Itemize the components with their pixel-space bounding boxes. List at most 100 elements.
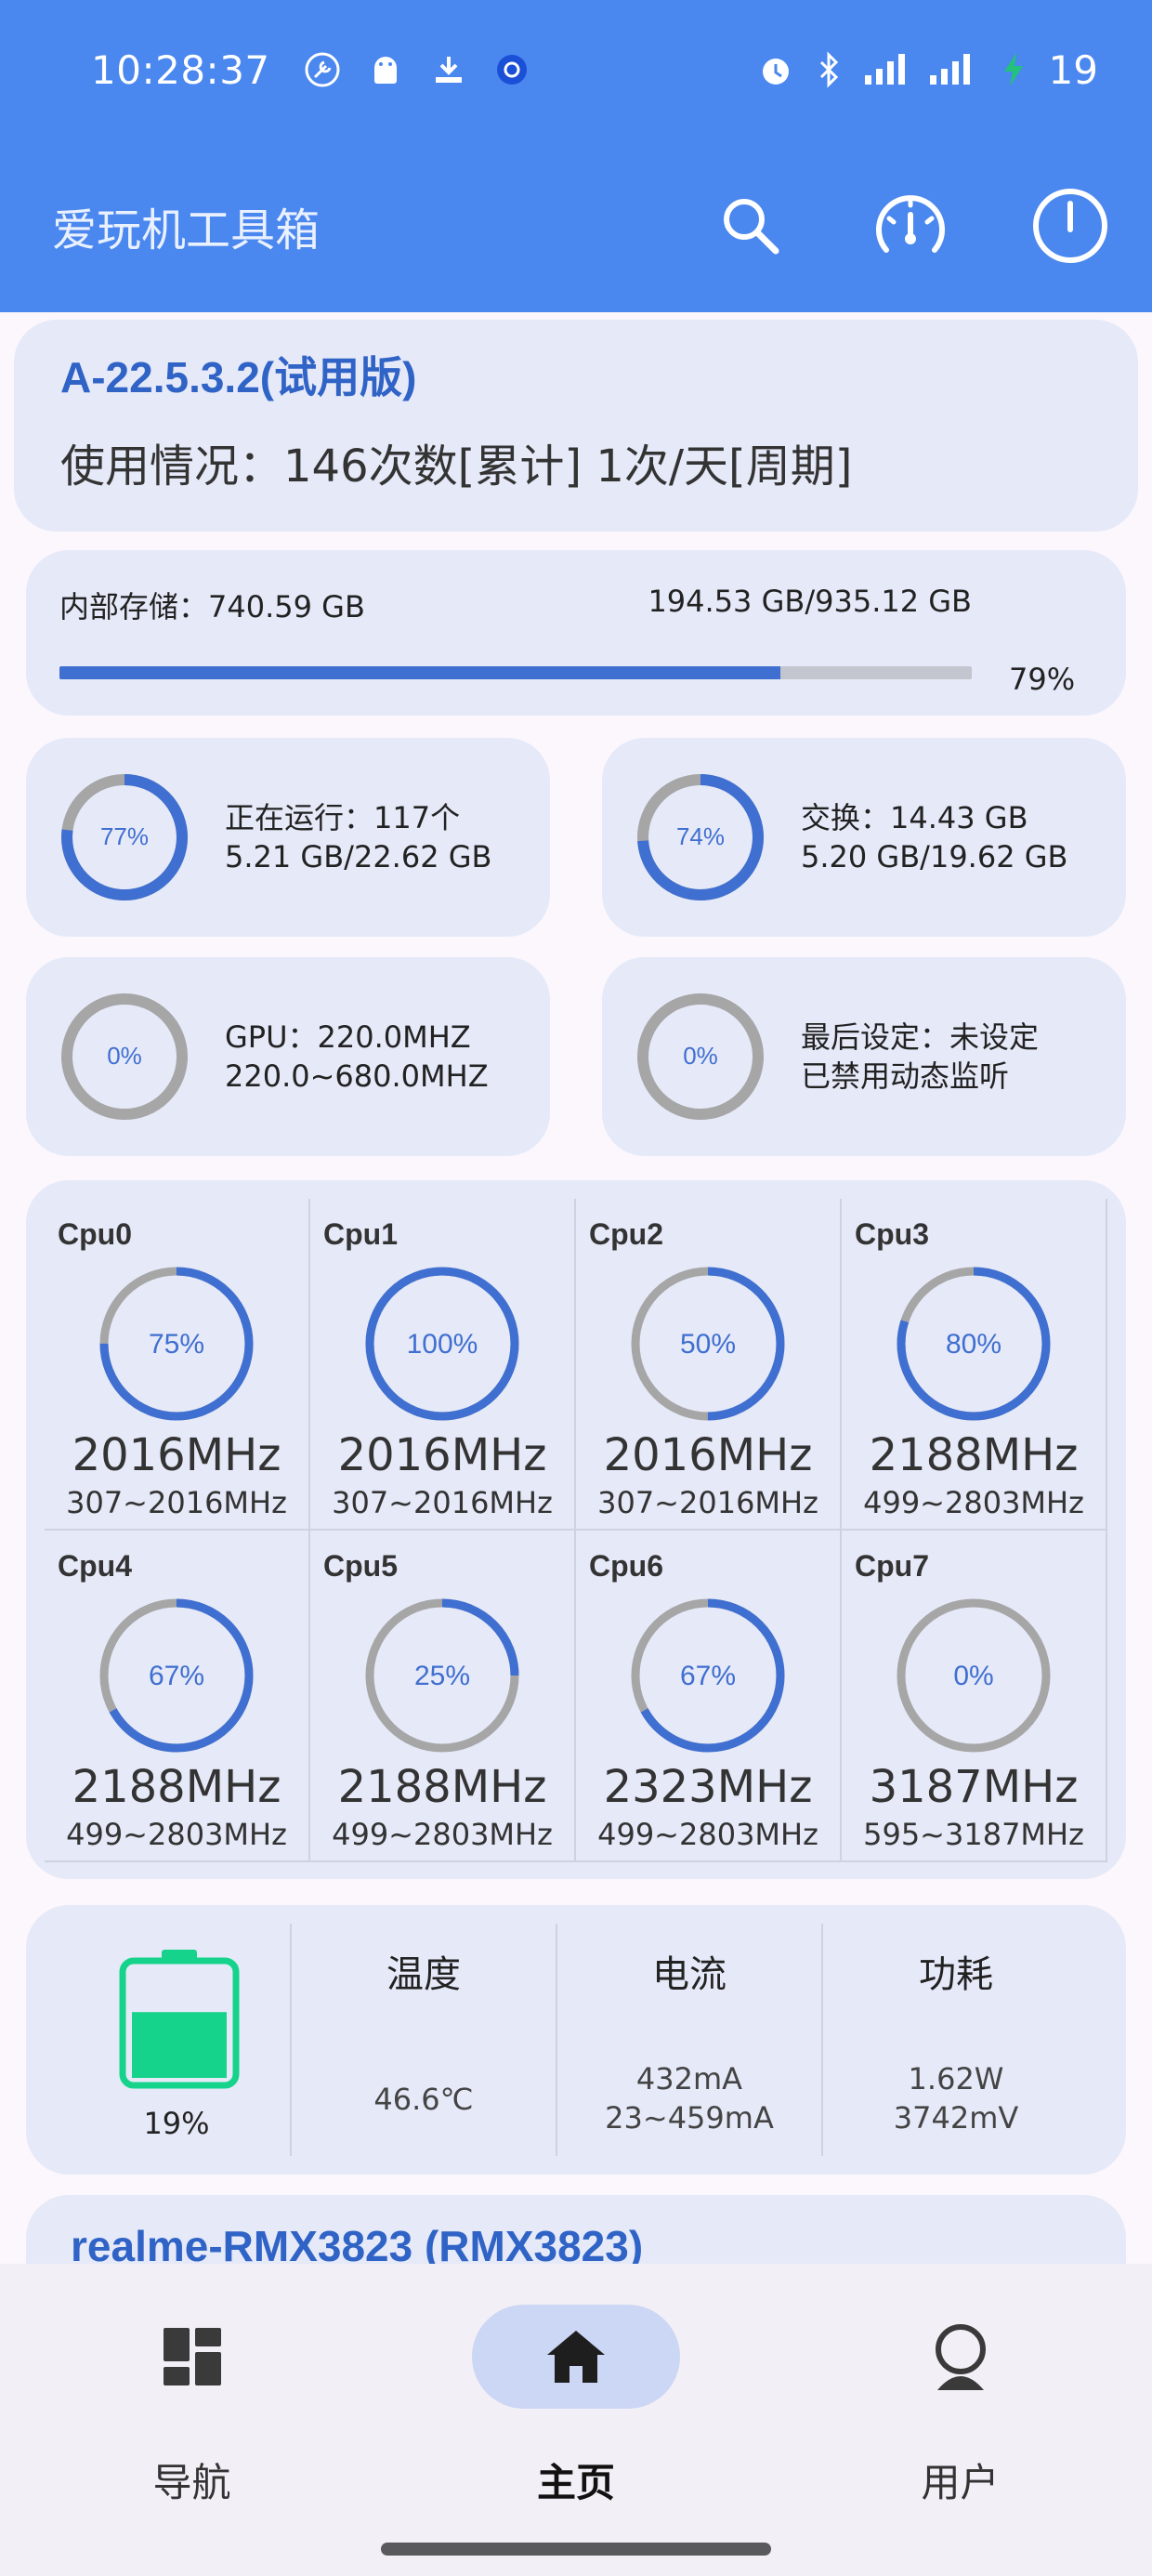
power-value: 1.62W 3742mV xyxy=(823,2059,1089,2137)
gpu-card[interactable]: 0% GPU：220.0MHZ 220.0~680.0MHZ xyxy=(26,957,550,1156)
app-bar: 爱玩机工具箱 xyxy=(0,139,1152,312)
signal-icon xyxy=(864,51,913,88)
bottom-navigation: 导航 主页 用户 xyxy=(0,2264,1152,2576)
cpu-cell[interactable]: Cpu7 0% 3187MHz 595~3187MHz xyxy=(842,1531,1107,1862)
status-time: 10:28:37 xyxy=(91,46,270,93)
nav-item-home[interactable]: 主页 xyxy=(385,2264,768,2543)
search-icon[interactable] xyxy=(712,187,790,265)
cpu-frequency: 3187MHz xyxy=(869,1761,1079,1813)
nav-label-home: 主页 xyxy=(536,2460,615,2505)
cpu-cell[interactable]: Cpu3 80% 2188MHz 499~2803MHz xyxy=(842,1199,1107,1531)
cpu-load-label: 100% xyxy=(407,1329,478,1360)
cpu-cell[interactable]: Cpu0 75% 2016MHz 307~2016MHz xyxy=(45,1199,310,1531)
governor-text: 最后设定：未设定 已禁用动态监听 xyxy=(801,1018,1039,1096)
cpu-name: Cpu4 xyxy=(58,1549,132,1583)
cpu-cell[interactable]: Cpu2 50% 2016MHz 307~2016MHz xyxy=(576,1199,842,1531)
battery-icon xyxy=(119,1950,240,2089)
gpu-frequency: GPU：220.0MHZ xyxy=(225,1019,471,1055)
cpu-grid: Cpu0 75% 2016MHz 307~2016MHz Cpu1 100% 2016MHz… xyxy=(45,1199,1126,1862)
gpu-range: 220.0~680.0MHZ xyxy=(225,1058,489,1094)
user-icon xyxy=(935,2324,986,2390)
nav-item-navigation[interactable]: 导航 xyxy=(0,2264,384,2543)
temperature-value: 46.6℃ xyxy=(373,2082,474,2117)
cpu-load-label: 67% xyxy=(680,1661,736,1691)
power-label: 功耗 xyxy=(919,1953,993,1996)
cpu-load-ring: 0% xyxy=(897,1598,1051,1753)
current-column: 电流 432mA 23~459mA xyxy=(557,1924,823,2156)
storage-progress-bar xyxy=(59,666,972,679)
cpu-name: Cpu0 xyxy=(58,1217,132,1251)
memory-usage: 5.21 GB/22.62 GB xyxy=(225,839,492,874)
gpu-text: GPU：220.0MHZ 220.0~680.0MHZ xyxy=(225,1018,489,1096)
storage-progress-fill xyxy=(59,666,780,679)
storage-card[interactable]: 内部存储：740.59 GB 194.53 GB/935.12 GB 79% xyxy=(26,550,1126,716)
cpu-card[interactable]: Cpu0 75% 2016MHz 307~2016MHz Cpu1 100% 2016MHz… xyxy=(26,1180,1126,1879)
power-icon[interactable] xyxy=(1031,187,1109,265)
home-indicator[interactable] xyxy=(381,2543,771,2556)
dynamic-monitor-status: 已禁用动态监听 xyxy=(801,1058,1010,1094)
speedometer-icon[interactable] xyxy=(871,187,949,265)
cpu-cell[interactable]: Cpu1 100% 2016MHz 307~2016MHz xyxy=(310,1199,576,1531)
cpu-load-ring: 75% xyxy=(99,1267,254,1421)
gpu-ring-label: 0% xyxy=(107,1042,142,1070)
cpu-cell[interactable]: Cpu5 25% 2188MHz 499~2803MHz xyxy=(310,1531,576,1862)
nav-item-user[interactable]: 用户 xyxy=(768,2264,1152,2543)
battery-card[interactable]: 19% 温度 46.6℃ 电流 432mA 23~459mA 功耗 1.62W … xyxy=(26,1905,1126,2175)
cpu-frequency-range: 595~3187MHz xyxy=(863,1817,1084,1852)
bluetooth-icon xyxy=(811,51,848,88)
swap-text: 交换：14.43 GB 5.20 GB/19.62 GB xyxy=(801,798,1067,876)
record-icon xyxy=(493,51,530,88)
cpu-name: Cpu7 xyxy=(855,1549,929,1583)
current-range: 23~459mA xyxy=(605,2100,774,2136)
status-bar: 10:28:37 19 xyxy=(0,0,1152,139)
swap-ring: 74% xyxy=(637,774,764,900)
power-column: 功耗 1.62W 3742mV xyxy=(823,1924,1089,2156)
cpu-load-label: 75% xyxy=(149,1329,204,1360)
cpu-frequency-range: 307~2016MHz xyxy=(66,1485,287,1520)
storage-label: 内部存储：740.59 GB xyxy=(59,589,365,624)
cpu-load-label: 50% xyxy=(680,1329,736,1360)
governor-ring: 0% xyxy=(637,993,764,1120)
dashboard-icon xyxy=(163,2328,221,2385)
cpu-load-label: 25% xyxy=(414,1661,470,1691)
status-notification-icons xyxy=(304,51,530,88)
cpu-load-ring: 67% xyxy=(631,1598,785,1753)
cpu-frequency-range: 499~2803MHz xyxy=(66,1817,287,1852)
cpu-frequency-range: 499~2803MHz xyxy=(332,1817,553,1852)
alarm-icon xyxy=(757,51,794,88)
governor-ring-label: 0% xyxy=(683,1042,718,1070)
nav-label-navigation: 导航 xyxy=(152,2460,231,2505)
version-title: A-22.5.3.2(试用版) xyxy=(60,353,417,401)
cpu-cell[interactable]: Cpu6 67% 2323MHz 499~2803MHz xyxy=(576,1531,842,1862)
cpu-frequency: 2016MHz xyxy=(603,1429,813,1481)
nav-icon-container xyxy=(857,2305,1065,2409)
memory-ring-label: 77% xyxy=(100,822,149,850)
nav-icon-container xyxy=(472,2305,680,2409)
swap-ring-label: 74% xyxy=(676,822,725,850)
temperature-label: 温度 xyxy=(386,1953,461,1996)
charging-icon xyxy=(995,51,1032,88)
cpu-load-ring: 50% xyxy=(631,1267,785,1421)
memory-text: 正在运行：117个 5.21 GB/22.62 GB xyxy=(225,798,491,876)
storage-used-total: 194.53 GB/935.12 GB xyxy=(648,584,972,619)
memory-card[interactable]: 77% 正在运行：117个 5.21 GB/22.62 GB xyxy=(26,738,550,937)
battery-level-column: 19% xyxy=(26,1924,292,2156)
power-voltage: 3742mV xyxy=(893,2100,1019,2136)
gpu-ring: 0% xyxy=(61,993,188,1120)
download-icon xyxy=(430,51,467,88)
cpu-load-ring: 67% xyxy=(99,1598,254,1753)
memory-running: 正在运行：117个 xyxy=(225,800,461,835)
cpu-frequency-range: 307~2016MHz xyxy=(332,1485,553,1520)
usage-summary: 使用情况：146次数[累计] 1次/天[周期] xyxy=(60,440,853,493)
cpu-load-label: 67% xyxy=(149,1661,204,1691)
governor-card[interactable]: 0% 最后设定：未设定 已禁用动态监听 xyxy=(602,957,1126,1156)
android-icon xyxy=(367,51,404,88)
cpu-name: Cpu6 xyxy=(589,1549,663,1583)
version-card[interactable]: A-22.5.3.2(试用版) 使用情况：146次数[累计] 1次/天[周期] xyxy=(14,320,1138,532)
wrench-icon xyxy=(304,51,341,88)
swap-card[interactable]: 74% 交换：14.43 GB 5.20 GB/19.62 GB xyxy=(602,738,1126,937)
cpu-name: Cpu2 xyxy=(589,1217,663,1251)
cpu-cell[interactable]: Cpu4 67% 2188MHz 499~2803MHz xyxy=(45,1531,310,1862)
battery-percent: 19% xyxy=(143,2106,210,2141)
cpu-frequency: 2016MHz xyxy=(72,1429,281,1481)
